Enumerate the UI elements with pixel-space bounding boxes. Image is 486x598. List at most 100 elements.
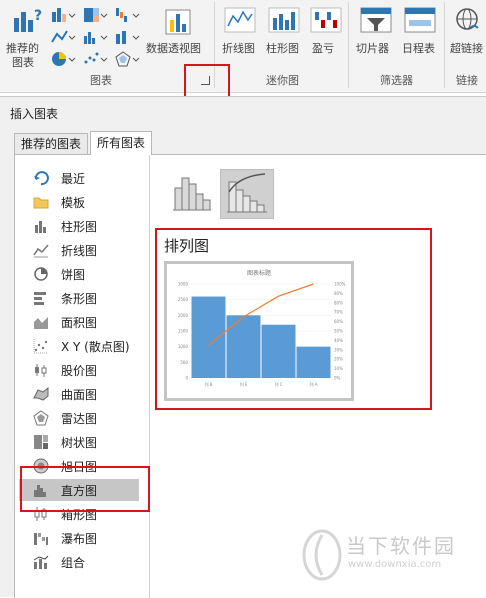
sidebar-item-sunburst-chart[interactable]: 旭日图 — [19, 455, 139, 477]
timeline-icon — [404, 7, 436, 33]
stock-chart-icon — [35, 364, 47, 377]
watermark-logo-icon — [302, 529, 342, 581]
ribbon: ? 推荐的 图表 数据透视图 图表 折线图 柱形图 盈亏 迷你图 切片器 日程表… — [0, 0, 486, 93]
sidebar-item-label: 树状图 — [61, 436, 98, 450]
sparkline-line-label: 折线图 — [222, 42, 255, 55]
dialog-title: 插入图表 — [10, 107, 59, 121]
sidebar-item-label: 最近 — [61, 172, 86, 186]
recommended-charts-icon: ? — [14, 8, 42, 32]
scatter-chart-dropdown-icon[interactable] — [82, 50, 108, 68]
hyperlink-button[interactable]: 超链接 — [448, 4, 486, 70]
sidebar-item-scatter-chart[interactable]: X Y (散点图) — [19, 335, 139, 357]
watermark-name: 当下软件园 — [346, 534, 456, 558]
sidebar-item-recent[interactable]: 最近 — [19, 167, 139, 189]
preview-y-tick: 0 — [185, 376, 188, 381]
recommended-charts-button[interactable]: ? 推荐的 图表 — [4, 4, 44, 70]
box-whisker-chart-icon — [34, 507, 47, 521]
sidebar-item-label: 饼图 — [61, 268, 86, 282]
sidebar-item-waterfall-chart[interactable]: 瀑布图 — [19, 527, 139, 549]
hierarchy-chart-dropdown-icon[interactable] — [82, 6, 108, 24]
preview-y2-tick: 40% — [334, 338, 343, 343]
column-chart-dropdown-icon[interactable] — [50, 6, 76, 24]
preview-bar — [261, 324, 296, 378]
waterfall-chart-dropdown-icon[interactable] — [114, 6, 140, 24]
folder-icon — [33, 197, 49, 209]
sidebar-item-radar-chart[interactable]: 雷达图 — [19, 407, 139, 429]
sparkline-column-icon — [268, 7, 300, 33]
slicer-button[interactable]: 切片器 — [354, 4, 398, 70]
sparkline-line-button[interactable]: 折线图 — [220, 4, 260, 70]
slicer-icon — [360, 7, 392, 33]
sidebar-item-label: X Y (散点图) — [61, 340, 130, 354]
svg-text:?: ? — [34, 8, 42, 24]
sidebar-item-label: 瀑布图 — [61, 532, 98, 546]
scatter-chart-icon — [33, 339, 48, 354]
tab-all-charts[interactable]: 所有图表 — [90, 131, 153, 155]
preview-y2-tick: 80% — [334, 300, 343, 305]
preview-x-label: 列 E — [240, 381, 248, 387]
sidebar-item-column-chart[interactable]: 柱形图 — [19, 215, 139, 237]
sidebar-item-bar-chart[interactable]: 条形图 — [19, 287, 139, 309]
preview-y2-tick: 30% — [334, 347, 343, 352]
group-label-filters: 筛选器 — [380, 74, 413, 87]
sidebar-item-stock-chart[interactable]: 股价图 — [19, 359, 139, 381]
sidebar-item-label: 柱形图 — [61, 220, 98, 234]
sidebar-item-line-chart[interactable]: 折线图 — [19, 239, 139, 261]
preview-y2-tick: 20% — [334, 357, 343, 362]
preview-x-label: 列 C — [274, 381, 282, 387]
sidebar-item-label: 组合 — [61, 556, 86, 570]
recent-icon — [34, 171, 49, 186]
sidebar-item-area-chart[interactable]: 面积图 — [19, 311, 139, 333]
group-label-sparklines: 迷你图 — [266, 74, 299, 87]
sidebar-item-pie-chart[interactable]: 饼图 — [19, 263, 139, 285]
chart-category-list: 最近模板柱形图折线图饼图条形图面积图 X Y (散点图) 股价图曲面图雷达图树状图旭… — [15, 155, 150, 598]
recommended-charts-label-2: 图表 — [12, 56, 34, 69]
sidebar-item-label: 箱形图 — [61, 508, 98, 522]
tab-recommended-charts[interactable]: 推荐的图表 — [14, 133, 89, 154]
line-chart-dropdown-icon[interactable] — [50, 28, 76, 46]
hyperlink-label: 超链接 — [450, 42, 483, 55]
variant-pareto[interactable] — [220, 169, 274, 219]
preview-bar — [296, 346, 331, 378]
hyperlink-icon — [456, 8, 479, 30]
sidebar-item-surface-chart[interactable]: 曲面图 — [19, 383, 139, 405]
preview-y-tick: 2000 — [178, 313, 189, 318]
pivot-combo-dropdown-icon[interactable] — [114, 28, 140, 46]
sidebar-item-histogram-chart[interactable]: 直方图 — [19, 479, 139, 501]
sunburst-chart-icon — [33, 458, 49, 474]
preview-y2-tick: 60% — [334, 319, 343, 324]
dialog-launcher-icon[interactable] — [201, 76, 210, 85]
preview-bar — [226, 315, 261, 378]
timeline-label: 日程表 — [402, 42, 435, 55]
statistic-chart-dropdown-icon[interactable] — [82, 28, 108, 46]
sidebar-item-label: 面积图 — [61, 316, 98, 330]
pareto-variant-icon — [227, 173, 267, 213]
preview-x-label: 列 A — [309, 381, 317, 387]
pivot-chart-button[interactable]: 数据透视图 — [144, 4, 208, 70]
sparkline-column-button[interactable]: 柱形图 — [264, 4, 304, 70]
line-chart-icon — [33, 244, 49, 258]
sidebar-item-treemap-chart[interactable]: 树状图 — [19, 431, 139, 453]
preview-x-label: 列 B — [204, 381, 212, 387]
sidebar-item-label: 曲面图 — [61, 388, 98, 402]
sparkline-winloss-label: 盈亏 — [312, 42, 334, 55]
column-chart-icon — [35, 221, 46, 233]
group-label-links: 链接 — [456, 74, 478, 87]
ribbon-separator — [444, 2, 445, 88]
sparkline-winloss-button[interactable]: 盈亏 — [308, 4, 344, 70]
sidebar-item-folder[interactable]: 模板 — [19, 191, 139, 213]
sidebar-item-label: 股价图 — [61, 364, 98, 378]
sidebar-item-box-whisker-chart[interactable]: 箱形图 — [19, 503, 139, 525]
preview-y-tick: 1500 — [178, 329, 189, 334]
preview-y2-tick: 10% — [334, 366, 343, 371]
variant-histogram[interactable] — [164, 169, 218, 219]
pie-chart-dropdown-icon[interactable] — [50, 50, 76, 68]
insert-chart-dialog: 插入图表 推荐的图表 所有图表 最近模板柱形图折线图饼图条形图面积图 X Y (散… — [0, 96, 486, 598]
sidebar-item-combo-chart[interactable]: 组合 — [19, 551, 139, 573]
watermark: 当下软件园 www.downxia.com — [300, 525, 480, 585]
timeline-button[interactable]: 日程表 — [400, 4, 440, 70]
radar-chart-dropdown-icon[interactable] — [114, 50, 140, 68]
chart-preview[interactable]: 图表标题 3000 2500 2000 1500 1000 500 0 100% 90% 80% 70… — [164, 261, 354, 401]
surface-chart-icon — [33, 386, 49, 401]
preview-title: 图表标题 — [247, 269, 271, 277]
